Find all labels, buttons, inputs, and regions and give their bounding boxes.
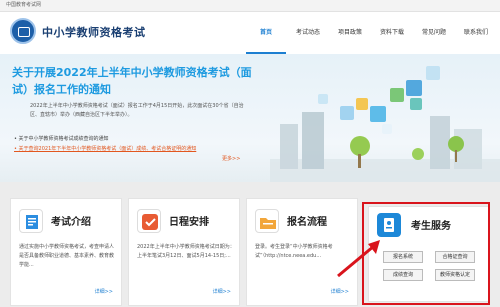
hero-illustration-icon — [270, 66, 500, 182]
notice-link-list: • 关于中小学教师资格考试成绩查询的通知 • 关于查询2021年下半年中小学教师… — [14, 134, 196, 154]
card-more-link[interactable]: 详细>> — [331, 288, 349, 295]
nav-home[interactable]: 首页 — [246, 12, 286, 54]
notice-more-link[interactable]: 更多>> — [222, 155, 240, 162]
nav-exam-news[interactable]: 考试动态 — [288, 12, 328, 54]
notice-summary: 2022年上半年中小学教师资格考试（面试）报名工作于4月15日开始，此次面试在3… — [30, 103, 244, 118]
card-title[interactable]: 日程安排 — [169, 213, 209, 228]
card-title[interactable]: 报名流程 — [287, 213, 327, 228]
notice-link-label: 关于查询2021年下半年中小学教师资格考试（面试）成绩、考试合格证明的通知 — [18, 146, 197, 152]
folder-icon — [255, 209, 279, 233]
card-title[interactable]: 考试介绍 — [51, 213, 91, 228]
site-title[interactable]: 中小学教师资格考试 — [42, 24, 146, 40]
card-exam-intro: 考试介绍 通过实施中小学教师资格考试，考查申请人是否具备教师职业道德、基本素养、… — [10, 198, 122, 306]
top-bar: 中国教育考试网 — [0, 0, 500, 12]
notice-link[interactable]: • 关于查询2021年下半年中小学教师资格考试（面试）成绩、考试合格证明的通知 — [14, 144, 196, 154]
notice-link-label: 关于中小学教师资格考试成绩查询的通知 — [18, 136, 109, 142]
card-more-link[interactable]: 详细>> — [95, 288, 113, 295]
site-logo-icon[interactable] — [10, 18, 36, 44]
red-arrow-icon — [337, 240, 380, 278]
site-header: 中小学教师资格考试 首页 考试动态 项目政策 资料下载 常见问题 联系我们 — [0, 12, 500, 54]
card-text: 2022年上半年中小学教师资格考试日期为：上半年笔试3月12日、面试5月14-1… — [137, 244, 235, 259]
nav-policy[interactable]: 项目政策 — [330, 12, 370, 54]
nav-faq[interactable]: 常见问题 — [414, 12, 454, 54]
notice-link[interactable]: • 关于中小学教师资格考试成绩查询的通知 — [14, 134, 196, 144]
card-schedule: 日程安排 2022年上半年中小学教师资格考试日期为：上半年笔试3月12日、面试5… — [128, 198, 240, 306]
main-nav: 首页 考试动态 项目政策 资料下载 常见问题 联系我们 — [246, 12, 498, 54]
checkmark-icon — [137, 209, 161, 233]
notice-headline[interactable]: 关于开展2022年上半年中小学教师资格考试（面试）报名工作的通知 — [12, 64, 262, 98]
top-bar-text: 中国教育考试网 — [6, 2, 42, 8]
pencil-doc-icon — [19, 209, 43, 233]
card-more-link[interactable]: 详细>> — [213, 288, 231, 295]
card-text: 通过实施中小学教师资格考试，考查申请人是否具备教师职业道德、基本素养、教育教学能… — [19, 244, 115, 268]
nav-contact[interactable]: 联系我们 — [456, 12, 496, 54]
hero-banner: 关于开展2022年上半年中小学教师资格考试（面试）报名工作的通知 2022年上半… — [0, 54, 500, 182]
nav-downloads[interactable]: 资料下载 — [372, 12, 412, 54]
